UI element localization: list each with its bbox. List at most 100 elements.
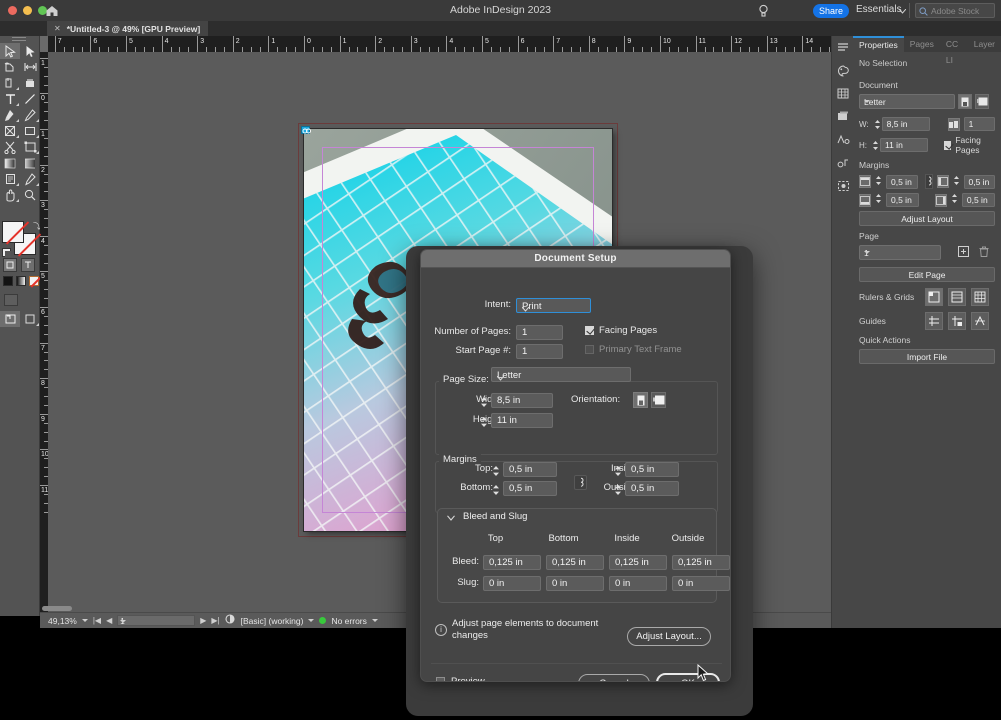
apply-color-buttons[interactable] bbox=[3, 276, 39, 286]
height-row[interactable]: H: 11 in Facing Pages bbox=[859, 135, 995, 155]
chevron-down-icon[interactable] bbox=[898, 6, 907, 17]
slug-top-input[interactable]: 0 in bbox=[483, 576, 541, 591]
landscape-orientation-button[interactable] bbox=[651, 392, 666, 408]
primary-text-frame-checkbox[interactable] bbox=[585, 345, 594, 354]
height-stepper[interactable]: 11 in bbox=[871, 138, 928, 152]
preflight-profile[interactable]: [Basic] (working) bbox=[241, 616, 304, 626]
margin-top-input[interactable]: 0,5 in bbox=[503, 462, 557, 477]
smart-guides-icon[interactable] bbox=[971, 312, 989, 330]
width-row[interactable]: W: 8,5 in 1 bbox=[859, 117, 995, 131]
stepper-arrows-icon[interactable] bbox=[875, 175, 882, 189]
tool-flyout-indicator[interactable] bbox=[16, 183, 19, 186]
pages-count-input[interactable]: 1 bbox=[963, 117, 995, 131]
margin-inside-stepper-arrows-icon[interactable] bbox=[613, 463, 623, 478]
chevron-down-icon[interactable] bbox=[496, 373, 625, 384]
bleed-inside-input[interactable]: 0,125 in bbox=[609, 555, 667, 570]
ok-button[interactable]: OK bbox=[656, 673, 720, 681]
stepper-arrows-icon[interactable] bbox=[951, 193, 958, 207]
bleed-top-input[interactable]: 0,125 in bbox=[483, 555, 541, 570]
chevron-down-icon[interactable] bbox=[864, 251, 870, 254]
fill-stroke-swatches[interactable]: ⤵ bbox=[2, 221, 41, 257]
apply-color-button[interactable] bbox=[3, 276, 13, 286]
page-select[interactable]: 1 bbox=[859, 245, 941, 260]
margin-bottom-row[interactable]: 0,5 in 0,5 in bbox=[859, 193, 995, 207]
color-icon[interactable] bbox=[832, 59, 854, 82]
width-input[interactable]: 8,5 in bbox=[881, 117, 930, 131]
chevron-down-icon[interactable] bbox=[371, 619, 378, 622]
gradient-swatch-tool[interactable] bbox=[0, 155, 20, 171]
page-size-select[interactable]: Letter bbox=[491, 367, 631, 382]
object-styles-icon[interactable] bbox=[832, 151, 854, 174]
bleed-bottom-input[interactable]: 0,125 in bbox=[546, 555, 604, 570]
tab-properties[interactable]: Properties bbox=[853, 36, 904, 52]
intent-select[interactable]: Print bbox=[516, 298, 591, 313]
rulers-grids-buttons[interactable] bbox=[925, 288, 989, 306]
lock-guides-icon[interactable] bbox=[948, 312, 966, 330]
orientation-buttons[interactable] bbox=[958, 94, 989, 109]
facing-pages-checkbox[interactable] bbox=[944, 140, 952, 150]
tool-flyout-indicator[interactable] bbox=[16, 199, 19, 202]
page-size-select[interactable]: Letter bbox=[859, 94, 955, 109]
gap-tool[interactable] bbox=[20, 59, 40, 75]
slug-outside-input[interactable]: 0 in bbox=[672, 576, 730, 591]
paragraph-styles-icon[interactable] bbox=[832, 36, 854, 59]
scissors-tool[interactable] bbox=[0, 139, 20, 155]
note-tool[interactable] bbox=[0, 171, 20, 187]
eyedropper-tool[interactable] bbox=[20, 171, 40, 187]
frame-tool[interactable] bbox=[0, 123, 20, 139]
width-stepper-arrows-icon[interactable] bbox=[479, 394, 489, 409]
margin-top-input[interactable]: 0,5 in bbox=[886, 174, 918, 189]
scrollbar-thumb[interactable] bbox=[42, 606, 72, 611]
margin-outside-stepper-arrows-icon[interactable] bbox=[613, 482, 623, 497]
pencil-tool[interactable] bbox=[20, 107, 40, 123]
show-guides-icon[interactable] bbox=[925, 312, 943, 330]
pen-tool[interactable] bbox=[0, 107, 20, 123]
tool-flyout-indicator[interactable] bbox=[16, 119, 19, 122]
dialog-orientation-buttons[interactable] bbox=[633, 392, 666, 408]
apply-none-button[interactable] bbox=[29, 276, 39, 286]
preview-checkbox[interactable] bbox=[436, 677, 445, 681]
delete-page-icon[interactable] bbox=[979, 246, 989, 260]
format-container-button[interactable] bbox=[3, 258, 17, 272]
tab-cc-libraries[interactable]: CC LI bbox=[940, 36, 968, 65]
free-transform-tool[interactable] bbox=[20, 139, 40, 155]
formatting-target-buttons[interactable] bbox=[3, 258, 35, 272]
pages-icon[interactable] bbox=[832, 105, 854, 128]
slug-inside-input[interactable]: 0 in bbox=[609, 576, 667, 591]
tool-grid[interactable] bbox=[0, 43, 40, 203]
dialog-facing-pages-row[interactable]: Facing Pages bbox=[585, 325, 657, 336]
tab-layers[interactable]: Layer bbox=[968, 36, 1001, 52]
margin-bottom-input[interactable]: 0,5 in bbox=[503, 481, 557, 496]
line-tool[interactable] bbox=[20, 91, 40, 107]
chevron-down-icon[interactable] bbox=[864, 100, 870, 103]
show-rulers-icon[interactable] bbox=[925, 288, 943, 306]
zoom-tool[interactable] bbox=[20, 187, 40, 203]
links-icon[interactable] bbox=[832, 174, 854, 197]
apply-gradient-button[interactable] bbox=[16, 276, 26, 286]
number-of-pages-input[interactable]: 1 bbox=[516, 325, 563, 340]
margin-inside-input[interactable]: 0,5 in bbox=[963, 174, 995, 189]
tab-pages[interactable]: Pages bbox=[904, 36, 940, 52]
tool-flyout-indicator[interactable] bbox=[36, 183, 39, 186]
chevron-down-icon[interactable] bbox=[521, 304, 585, 315]
adjust-layout-button[interactable]: Adjust Layout bbox=[859, 211, 995, 226]
margin-inside-input[interactable]: 0,5 in bbox=[625, 462, 679, 477]
import-file-button[interactable]: Import File bbox=[859, 349, 995, 364]
chevron-down-icon[interactable] bbox=[308, 619, 315, 622]
chevron-down-icon[interactable] bbox=[447, 513, 455, 524]
workspace-selector[interactable]: Essentials bbox=[856, 4, 902, 15]
dialog-facing-pages-checkbox[interactable] bbox=[585, 326, 594, 335]
chevron-down-icon[interactable] bbox=[120, 620, 127, 623]
portrait-orientation-button[interactable] bbox=[958, 94, 972, 109]
panel-grip-icon[interactable] bbox=[12, 37, 26, 42]
tool-flyout-indicator[interactable] bbox=[16, 135, 19, 138]
margin-bottom-stepper-arrows-icon[interactable] bbox=[491, 482, 501, 497]
gradient-feather-tool[interactable] bbox=[20, 155, 40, 171]
tool-flyout-indicator[interactable] bbox=[36, 135, 39, 138]
previous-page-button[interactable]: ◀ bbox=[106, 616, 112, 625]
format-text-button[interactable] bbox=[21, 258, 35, 272]
horizontal-ruler[interactable]: 7 6 5 4 3 2 1 0 1 2 3 4 5 6 7 8 9 10 11 12 13 14 bbox=[48, 36, 831, 52]
landscape-orientation-button[interactable] bbox=[975, 94, 989, 109]
share-button[interactable]: Share bbox=[813, 4, 849, 18]
selection-handle[interactable] bbox=[301, 126, 311, 134]
